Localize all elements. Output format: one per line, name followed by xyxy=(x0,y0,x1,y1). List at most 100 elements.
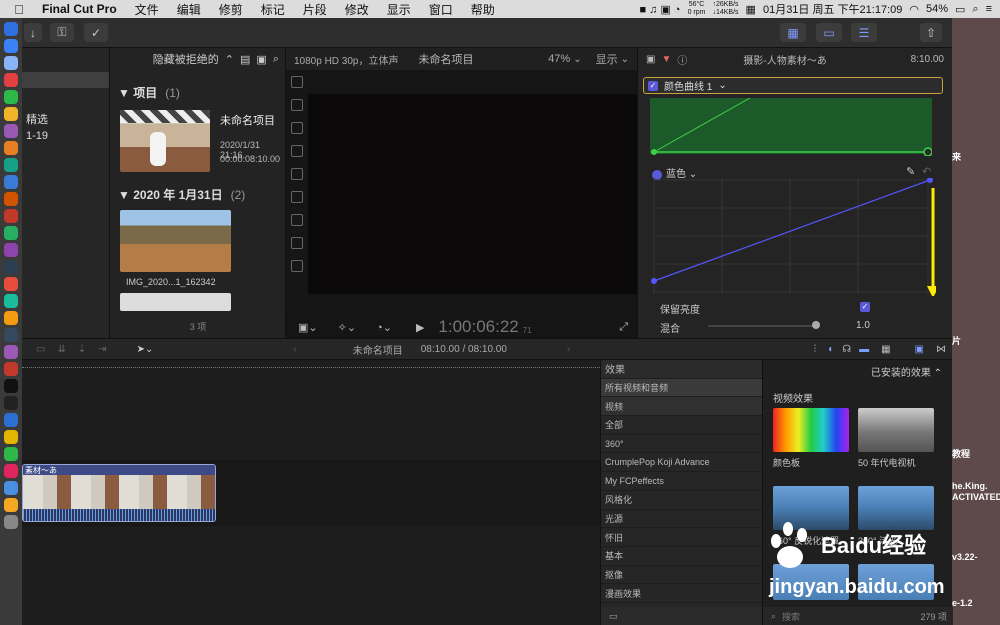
dock-app-icon[interactable] xyxy=(4,464,18,478)
menu-clip[interactable]: 片段 xyxy=(303,1,327,18)
mix-slider-knob[interactable] xyxy=(812,321,820,329)
category-item[interactable]: 全部 xyxy=(601,416,762,435)
clip-appearance-icon[interactable]: ▦ xyxy=(881,344,890,355)
trash-icon[interactable] xyxy=(4,515,18,529)
index-icon[interactable]: ▭ xyxy=(36,344,45,355)
effects-browser-icon[interactable]: ▣ xyxy=(915,344,924,355)
library-item-event[interactable]: 1-19 xyxy=(26,130,48,142)
eyedropper-icon[interactable]: ✎ xyxy=(906,165,915,178)
zoom-dropdown[interactable]: 47% xyxy=(548,53,570,65)
browser-toggle-button[interactable]: ▦ xyxy=(780,23,806,42)
preserve-luma-checkbox[interactable]: ✓ xyxy=(860,302,870,312)
calendar-icon[interactable]: ▦ xyxy=(746,3,756,16)
timeline[interactable]: 素材～あ xyxy=(22,360,600,625)
insert-edit-icon[interactable]: ⇣ xyxy=(78,344,86,355)
clip-appearance-icon[interactable]: ▤ xyxy=(240,53,250,66)
library-selected-row[interactable] xyxy=(22,72,109,88)
dock-app-icon[interactable] xyxy=(4,124,18,138)
apple-icon[interactable]:  xyxy=(8,2,30,17)
play-button[interactable]: ▶ xyxy=(416,321,424,334)
dock-app-icon[interactable] xyxy=(4,413,18,427)
search-icon[interactable]: ⌕ xyxy=(972,3,978,16)
connect-edit-icon[interactable]: ⇊ xyxy=(57,344,65,355)
dock-app-icon[interactable] xyxy=(4,226,18,240)
dock-app-icon[interactable] xyxy=(4,39,18,53)
video-inspector-icon[interactable]: ▣ xyxy=(646,54,655,65)
audio-skimming-icon[interactable]: ⫶ xyxy=(814,344,817,355)
search-icon[interactable]: ⌕ xyxy=(273,53,279,66)
effect-selector[interactable]: ✓ 颜色曲线 1 ⌄ xyxy=(643,77,943,94)
desktop-label[interactable]: 来 xyxy=(952,150,961,163)
filmstrip-icon[interactable]: ▣ xyxy=(256,53,266,66)
battery-icon[interactable]: ▭ xyxy=(955,3,965,16)
dock-app-icon[interactable] xyxy=(4,379,18,393)
menu-view[interactable]: 显示 xyxy=(387,1,411,18)
desktop-label[interactable]: 片 xyxy=(952,334,961,347)
menu-edit[interactable]: 编辑 xyxy=(177,1,201,18)
reset-icon[interactable]: ↶ xyxy=(922,165,931,178)
share-button[interactable]: ⇧ xyxy=(920,23,942,42)
effect-thumbnail-color-board[interactable] xyxy=(773,408,849,452)
dock-app-icon[interactable] xyxy=(4,260,18,274)
menu-file[interactable]: 文件 xyxy=(135,1,159,18)
effect-enable-checkbox[interactable]: ✓ xyxy=(648,80,658,91)
chevron-updown-icon[interactable]: ⌃ xyxy=(225,53,234,66)
dock-app-icon[interactable] xyxy=(4,209,18,223)
category-item[interactable]: 基本 xyxy=(601,547,762,566)
dock-app-icon[interactable] xyxy=(4,362,18,376)
effect-thumbnail-50s-tv[interactable] xyxy=(858,408,934,452)
dock-app-icon[interactable] xyxy=(4,294,18,308)
dock-app-icon[interactable] xyxy=(4,22,18,36)
section-date[interactable]: ▼ 2020 年 1月31日 (2) xyxy=(118,186,245,203)
dock-app-icon[interactable] xyxy=(4,447,18,461)
desktop-label[interactable]: he.King. xyxy=(952,481,988,491)
menu-window[interactable]: 窗口 xyxy=(429,1,453,18)
category-item[interactable]: My FCPeffects xyxy=(601,472,762,491)
transitions-icon[interactable]: ⋈ xyxy=(936,344,946,355)
dock-app-icon[interactable] xyxy=(4,277,18,291)
library-item-featured[interactable]: 精选 xyxy=(26,111,48,127)
installed-effects-dropdown[interactable]: 已安装的效果 ⌃ xyxy=(871,364,942,379)
menubar-datetime[interactable]: 01月31日 周五 下午21:17:09 xyxy=(763,1,902,17)
app-menu[interactable]: Final Cut Pro xyxy=(42,2,117,16)
desktop-label[interactable]: v3.22- xyxy=(952,552,978,562)
desktop-label[interactable]: 教程 xyxy=(952,447,970,460)
desktop-label[interactable]: e-1.2 xyxy=(952,598,973,608)
dock-app-icon[interactable] xyxy=(4,73,18,87)
mix-value[interactable]: 1.0 xyxy=(856,320,870,331)
menu-trim[interactable]: 修剪 xyxy=(219,1,243,18)
sidebar-toggle-icon[interactable]: ▭ xyxy=(609,611,618,622)
clip-thumbnail-2[interactable] xyxy=(120,293,231,311)
battery-percent[interactable]: 54% xyxy=(926,3,948,15)
desktop-label[interactable]: ACTIVATED xyxy=(952,492,1000,502)
category-item[interactable]: 360° xyxy=(601,435,762,454)
category-item[interactable]: 光源 xyxy=(601,510,762,529)
project-thumbnail[interactable] xyxy=(120,110,210,172)
forward-arrow-icon[interactable]: › xyxy=(567,344,570,355)
back-arrow-icon[interactable]: ‹ xyxy=(293,344,296,355)
category-item[interactable]: 怀旧 xyxy=(601,528,762,547)
chevron-down-icon[interactable]: ⌄ xyxy=(621,54,629,65)
timecode-display[interactable]: 1:00:06:22 xyxy=(438,317,518,337)
dock-app-icon[interactable] xyxy=(4,56,18,70)
category-item[interactable]: 所有视频和音频 xyxy=(601,378,762,398)
fullscreen-icon[interactable]: ⤢ xyxy=(619,321,628,334)
dock-app-icon[interactable] xyxy=(4,328,18,342)
chevron-down-icon[interactable]: ⌄ xyxy=(573,54,581,65)
transform-icon[interactable]: ▣⌄ xyxy=(298,321,318,334)
dock-app-icon[interactable] xyxy=(4,311,18,325)
import-button[interactable]: ↓ xyxy=(24,23,42,42)
select-tool-icon[interactable]: ➤⌄ xyxy=(137,344,154,355)
category-item[interactable]: CrumplePop Koji Advance xyxy=(601,453,762,473)
category-item[interactable]: 风格化 xyxy=(601,491,762,510)
menu-modify[interactable]: 修改 xyxy=(345,1,369,18)
wifi-icon[interactable]: ◠ xyxy=(909,3,919,16)
category-item[interactable]: 抠像 xyxy=(601,566,762,585)
category-item[interactable]: 漫画效果 xyxy=(601,584,762,603)
key-button[interactable]: ⚿ xyxy=(50,23,74,42)
category-item[interactable]: 视频 xyxy=(601,397,762,417)
filter-dropdown[interactable]: 隐藏被拒绝的 xyxy=(153,51,219,67)
timeline-toggle-button[interactable]: ▭ xyxy=(816,23,842,42)
enhance-icon[interactable]: ✧⌄ xyxy=(338,321,356,334)
solo-icon[interactable]: ◐ xyxy=(828,344,834,355)
